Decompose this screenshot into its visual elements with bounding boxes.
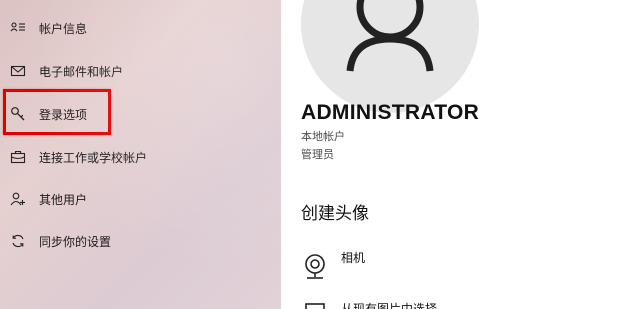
camera-label: 相机 (341, 251, 366, 265)
profile-name: ADMINISTRATOR (301, 101, 480, 124)
avatar[interactable] (301, 0, 479, 113)
highlight-box (3, 89, 111, 135)
camera-icon (301, 249, 329, 287)
sidebar-item-label: 同步你的设置 (39, 234, 112, 249)
settings-window: 帐户信息 电子邮件和帐户 登录选项 连接工作或学校帐户 其他用户 同步你的设置 … (0, 0, 620, 309)
briefcase-icon (10, 149, 26, 165)
sidebar-item-other-users[interactable]: 其他用户 (0, 179, 281, 219)
account-role: 管理员 (301, 148, 334, 161)
browse-label: 从现有图片中选择 (341, 302, 438, 309)
account-type: 本地帐户 (301, 130, 345, 143)
account-info-icon (10, 20, 26, 36)
sidebar-item-work-school[interactable]: 连接工作或学校帐户 (0, 137, 281, 177)
sidebar-item-label: 连接工作或学校帐户 (39, 150, 148, 165)
browse-icon (305, 303, 325, 309)
create-avatar-title: 创建头像 (301, 204, 369, 224)
sidebar-item-email-accounts[interactable]: 电子邮件和帐户 (0, 51, 281, 91)
sidebar-item-label: 帐户信息 (39, 21, 88, 36)
sidebar-item-label: 电子邮件和帐户 (39, 64, 124, 79)
sidebar: 帐户信息 电子邮件和帐户 登录选项 连接工作或学校帐户 其他用户 同步你的设置 (0, 0, 281, 309)
sidebar-item-sync-settings[interactable]: 同步你的设置 (0, 221, 281, 261)
main-content: ADMINISTRATOR 本地帐户 管理员 创建头像 相机 从现有图片中选择 (281, 0, 620, 309)
sidebar-item-label: 其他用户 (39, 192, 88, 207)
sidebar-item-account-info[interactable]: 帐户信息 (0, 8, 281, 48)
add-person-icon (10, 191, 26, 207)
sync-icon (10, 233, 26, 249)
mail-icon (10, 63, 26, 79)
default-user-icon (346, 0, 434, 72)
